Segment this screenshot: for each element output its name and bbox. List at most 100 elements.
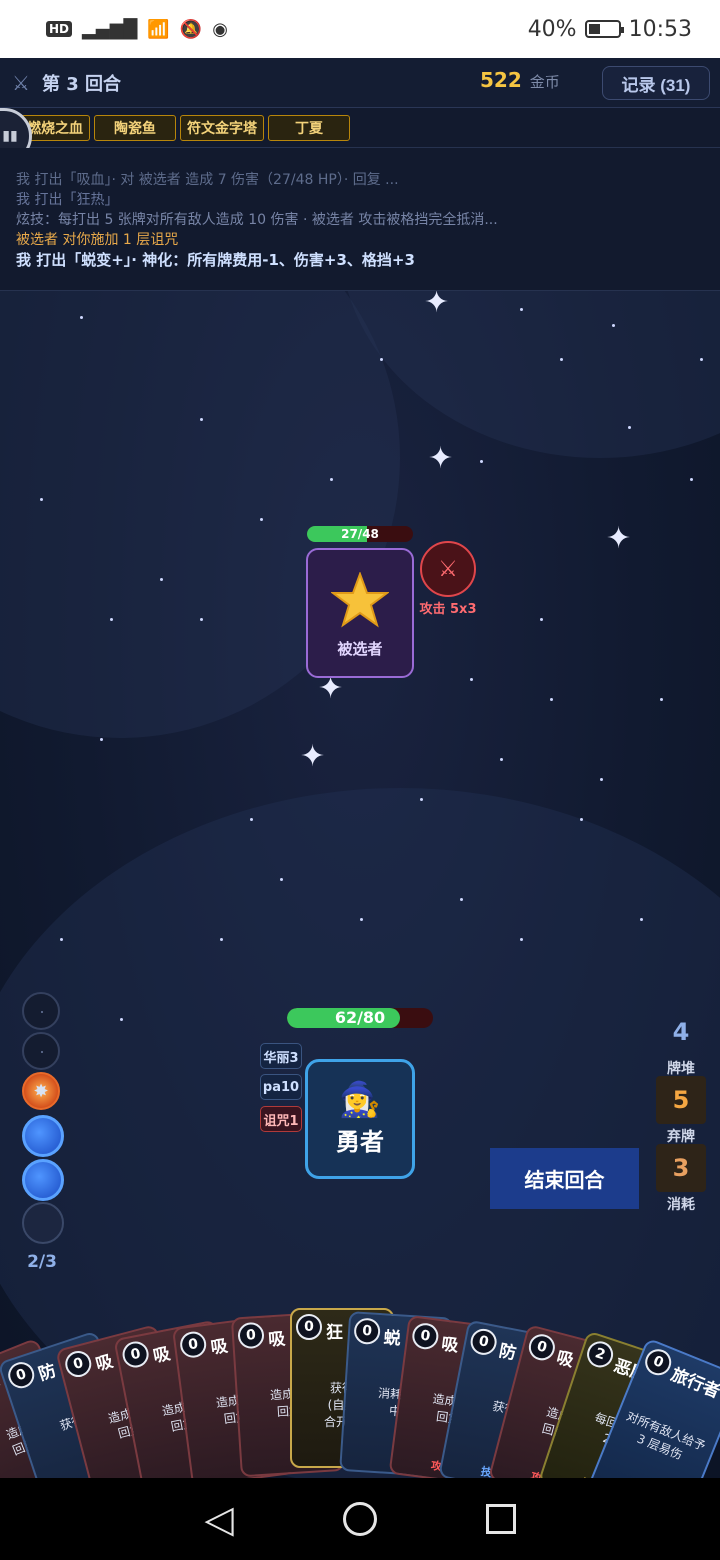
- status-tag[interactable]: 诅咒1: [260, 1106, 302, 1132]
- turn-indicator: ⚔ 第 3 回合: [12, 70, 121, 96]
- enemy-hp-text: 27/48: [341, 527, 379, 541]
- star: [600, 778, 603, 781]
- star: [460, 898, 463, 901]
- exhaust-pile-count[interactable]: 3: [656, 1144, 706, 1192]
- star: [100, 738, 103, 741]
- star: [360, 918, 363, 921]
- burst-orb-icon: ✸: [22, 1072, 60, 1110]
- back-icon[interactable]: ◁: [204, 1497, 233, 1541]
- star: [250, 818, 253, 821]
- energy-orb-empty: [22, 992, 60, 1030]
- star: [160, 578, 163, 581]
- star: [200, 418, 203, 421]
- status-tag[interactable]: pa10: [260, 1074, 302, 1100]
- sparkle-icon: ✦: [318, 671, 344, 706]
- card-hand: 0吸造成 回复0防获得0吸造成 7 回复0吸造成 7 回复0吸造成 7 回复0吸…: [0, 1288, 720, 1478]
- star: [580, 818, 583, 821]
- draw-pile-count[interactable]: 4: [656, 1018, 706, 1046]
- player-card[interactable]: 🧙‍♀️ 勇者: [305, 1059, 415, 1179]
- gold-unit: 金币: [529, 73, 560, 91]
- gold-value: 522: [480, 68, 522, 92]
- clock: 10:53: [628, 16, 692, 42]
- card-cost: 0: [410, 1321, 440, 1351]
- energy-counter: 2/3: [27, 1252, 57, 1272]
- card-cost: 0: [237, 1321, 265, 1350]
- card-cost: 0: [641, 1345, 676, 1380]
- sparkle-icon: ✦: [606, 521, 632, 556]
- card-cost: 0: [120, 1338, 151, 1370]
- hd-badge: HD: [46, 21, 73, 37]
- player-hp-text: 62/80: [334, 1008, 386, 1027]
- gold-counter: 522 金币: [480, 68, 560, 92]
- draw-pile-label: 牌堆: [667, 1061, 695, 1077]
- status-tag[interactable]: 华丽3: [260, 1043, 302, 1069]
- player-name: 勇者: [336, 1128, 384, 1156]
- relic-item[interactable]: 符文金字塔: [180, 114, 264, 141]
- log-button[interactable]: 记录 (31): [602, 66, 710, 100]
- card-title: 旅行者+: [667, 1364, 720, 1407]
- end-turn-button[interactable]: 结束回合: [490, 1148, 639, 1209]
- energy-orb-empty: [22, 1032, 60, 1070]
- energy-orb-empty: [22, 1202, 64, 1244]
- star: [380, 358, 383, 361]
- log-line: 被选者 对你施加 1 层诅咒: [16, 232, 179, 248]
- crossed-swords-icon: ⚔: [12, 70, 30, 95]
- star: [470, 678, 473, 681]
- card-cost: 0: [353, 1317, 381, 1345]
- star: [520, 938, 523, 941]
- battery-fill: [588, 24, 600, 34]
- star: [500, 758, 503, 761]
- enemy-card[interactable]: 被选者: [306, 548, 414, 678]
- battery-icon: [584, 20, 624, 38]
- battery-percent: 40%: [527, 16, 577, 42]
- log-line: 我 打出「蜕变+」· 神化：所有牌费用-1、伤害+3、格挡+3: [16, 251, 415, 269]
- signal-icon: ▂▄▆█: [82, 18, 138, 40]
- star: [612, 324, 615, 327]
- star: [220, 938, 223, 941]
- combat-log: 我 打出「吸血」· 对 被选者 造成 7 伤害（27/48 HP）· 回复 ..…: [0, 148, 720, 291]
- star: [660, 698, 663, 701]
- star: [690, 478, 693, 481]
- discard-pile-label: 弃牌: [667, 1129, 695, 1145]
- card-description: 对所有敌人给予 3 层易伤: [624, 1408, 708, 1463]
- card-cost: 0: [4, 1358, 38, 1392]
- log-line: 我 打出「狂热」: [16, 192, 119, 208]
- star: [640, 918, 643, 921]
- star: [550, 698, 553, 701]
- discard-pile-count[interactable]: 5: [656, 1076, 706, 1124]
- enemy-intent-label: 攻击 5x3: [419, 602, 477, 617]
- star: [540, 618, 543, 621]
- status-bar: HD ▂▄▆█ 📶 🔕 ◉ 40% 10:53: [0, 0, 720, 58]
- star: [330, 478, 333, 481]
- energy-orb-full: [22, 1115, 64, 1157]
- enemy-name: 被选者: [337, 640, 383, 658]
- status-icons: HD ▂▄▆█ 📶 🔕 ◉: [46, 19, 228, 40]
- turn-label: 第 3 回合: [41, 73, 121, 95]
- navigation-bar: ◁: [0, 1478, 720, 1560]
- sparkle-icon: ✦: [428, 441, 454, 476]
- wifi-icon: 📶: [147, 18, 170, 40]
- mute-icon: 🔕: [179, 18, 203, 40]
- star: [420, 798, 423, 801]
- player-hp-bar: 62/80: [287, 1008, 433, 1028]
- star: [110, 618, 113, 621]
- game-area: ✦ ✦ ✦ ✦ ✦ ⚔ 第 3 回合 522 金币 记录 (31) 燃烧之血 陶…: [0, 58, 720, 1478]
- star: [80, 316, 83, 319]
- energy-orb-full: [22, 1159, 64, 1201]
- relic-item[interactable]: 丁夏: [268, 114, 350, 141]
- exhaust-pile-label: 消耗: [667, 1197, 695, 1213]
- log-line: 我 打出「吸血」· 对 被选者 造成 7 伤害（27/48 HP）· 回复 ..…: [16, 172, 399, 188]
- card-cost: 2: [583, 1338, 617, 1371]
- card-cost: 0: [526, 1331, 558, 1364]
- star: [60, 938, 63, 941]
- star: [560, 358, 563, 361]
- recents-icon[interactable]: [485, 1504, 516, 1534]
- enemy-hp-bar: 27/48: [307, 526, 413, 542]
- relic-item[interactable]: 陶瓷鱼: [94, 114, 176, 141]
- home-icon[interactable]: [342, 1502, 377, 1536]
- star: [520, 308, 523, 311]
- sparkle-icon: ✦: [300, 739, 326, 774]
- enemy-intent-icon[interactable]: ⚔: [420, 541, 476, 597]
- relic-bar: 燃烧之血 陶瓷鱼 符文金字塔 丁夏: [0, 108, 720, 148]
- wizard-avatar-icon: 🧙‍♀️: [338, 1080, 382, 1120]
